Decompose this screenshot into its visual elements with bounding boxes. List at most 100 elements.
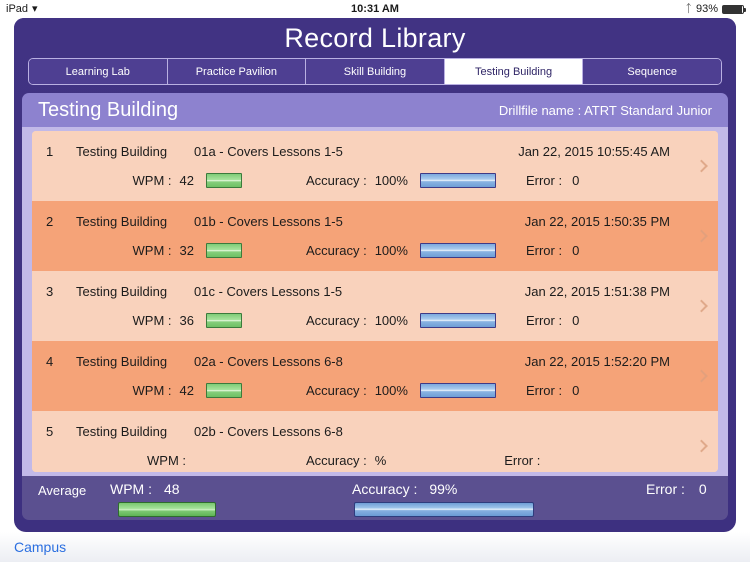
page-title: Record Library <box>284 22 466 53</box>
table-row[interactable]: 2 Testing Building 01b - Covers Lessons … <box>32 201 718 271</box>
record-drill-name: 01a - Covers Lessons 1-5 <box>194 143 343 159</box>
average-wpm-block: WPM : 48 <box>110 481 216 517</box>
error-value: 0 <box>572 242 580 258</box>
record-error-block: Error : 0 <box>526 173 579 188</box>
table-row[interactable]: 5 Testing Building 02b - Covers Lessons … <box>32 411 718 472</box>
app-titlebar: Record Library <box>14 18 736 58</box>
wpm-gauge <box>206 312 242 328</box>
record-row-line-stats: WPM : 36 Accuracy : 100% Error : 0 <box>46 309 704 331</box>
status-bar-right: ᛏ 93% <box>685 2 746 15</box>
accuracy-gauge <box>419 172 496 188</box>
record-accuracy-block: Accuracy : 100% <box>306 382 496 398</box>
average-error-block: Error : 0 <box>646 481 707 497</box>
table-row[interactable]: 4 Testing Building 02a - Covers Lessons … <box>32 341 718 411</box>
accuracy-label: Accuracy : <box>306 312 367 328</box>
record-index: 3 <box>46 283 54 299</box>
average-accuracy-block: Accuracy : 99% <box>352 481 534 517</box>
wpm-label: WPM : <box>147 452 186 468</box>
record-row-line-stats: WPM : 42 Accuracy : 100% Error : 0 <box>46 379 704 401</box>
record-row-line-primary: 1 Testing Building 01a - Covers Lessons … <box>46 141 704 161</box>
accuracy-label: Accuracy : <box>306 172 367 188</box>
record-drill-name: 01c - Covers Lessons 1-5 <box>194 283 343 299</box>
record-wpm-block: WPM : 42 <box>46 173 194 188</box>
record-wpm-block: WPM : <box>46 453 194 468</box>
average-wpm-label: WPM : <box>110 481 152 497</box>
bottom-toolbar: Campus <box>0 532 750 562</box>
tab-sequence[interactable]: Sequence <box>583 59 721 84</box>
record-list-container: 1 Testing Building 01a - Covers Lessons … <box>22 127 728 476</box>
record-activity-name: Testing Building <box>76 283 168 299</box>
error-label: Error : <box>525 172 563 188</box>
accuracy-gauge <box>419 242 496 258</box>
error-value: 0 <box>572 312 580 328</box>
drillfile-name: Drillfile name : ATRT Standard Junior <box>498 102 712 118</box>
wpm-label: WPM : <box>132 242 172 258</box>
accuracy-percent-sign: % <box>374 452 387 468</box>
record-activity-name: Testing Building <box>76 423 168 439</box>
record-row-line-stats: WPM : Accuracy : % Error : <box>46 449 704 471</box>
wpm-value: 36 <box>179 312 194 328</box>
record-error-block: Error : 0 <box>526 243 579 258</box>
record-error-block: Error : <box>504 453 550 468</box>
wpm-gauge <box>206 382 242 398</box>
record-drill-name: 02b - Covers Lessons 6-8 <box>194 423 343 439</box>
record-row-line-primary: 4 Testing Building 02a - Covers Lessons … <box>46 351 704 371</box>
battery-icon <box>722 4 746 14</box>
error-label: Error : <box>525 242 563 258</box>
record-index: 5 <box>46 423 54 439</box>
error-label: Error : <box>525 312 563 328</box>
table-row[interactable]: 1 Testing Building 01a - Covers Lessons … <box>32 131 718 201</box>
average-accuracy-label: Accuracy : <box>352 481 418 497</box>
record-activity-name: Testing Building <box>76 143 168 159</box>
record-row-line-stats: WPM : 42 Accuracy : 100% Error : 0 <box>46 169 704 191</box>
record-drill-name: 02a - Covers Lessons 6-8 <box>194 353 343 369</box>
average-error-value: 0 <box>698 481 707 497</box>
record-row-line-primary: 5 Testing Building 02b - Covers Lessons … <box>46 421 704 441</box>
record-activity-name: Testing Building <box>76 213 168 229</box>
wpm-value: 32 <box>179 242 194 258</box>
accuracy-value: 100% <box>374 312 408 328</box>
tab-skill-building[interactable]: Skill Building <box>306 59 445 84</box>
average-error-top: Error : 0 <box>646 481 707 497</box>
error-value: 0 <box>572 382 580 398</box>
error-label: Error : <box>504 452 541 468</box>
average-accuracy-value: 99% <box>429 481 458 497</box>
accuracy-value: 100% <box>374 172 408 188</box>
tab-practice-pavilion[interactable]: Practice Pavilion <box>167 59 307 84</box>
wpm-label: WPM : <box>132 172 172 188</box>
average-wpm-gauge <box>118 502 216 517</box>
table-row[interactable]: 3 Testing Building 01c - Covers Lessons … <box>32 271 718 341</box>
average-label: Average <box>38 483 87 498</box>
tab-learning-lab[interactable]: Learning Lab <box>29 59 168 84</box>
average-accuracy-top: Accuracy : 99% <box>352 481 534 497</box>
section-header: Testing Building Drillfile name : ATRT S… <box>22 93 728 127</box>
status-bar-clock: 10:31 AM <box>351 3 399 15</box>
record-list[interactable]: 1 Testing Building 01a - Covers Lessons … <box>32 131 718 472</box>
battery-percent-label: 93% <box>695 3 718 15</box>
record-wpm-block: WPM : 42 <box>46 383 194 398</box>
wpm-label: WPM : <box>132 382 172 398</box>
record-timestamp: Jan 22, 2015 1:52:20 PM <box>524 353 670 369</box>
record-error-block: Error : 0 <box>526 313 579 328</box>
wpm-value: 42 <box>179 382 194 398</box>
average-summary-bar: Average WPM : 48 Accuracy : 99% Error : … <box>22 476 728 520</box>
tab-testing-building[interactable]: Testing Building <box>444 59 584 84</box>
section-title: Testing Building <box>38 98 179 121</box>
accuracy-label: Accuracy : <box>306 452 367 468</box>
average-error-label: Error : <box>646 481 685 497</box>
record-row-line-stats: WPM : 32 Accuracy : 100% Error : 0 <box>46 239 704 261</box>
accuracy-gauge <box>419 312 496 328</box>
tab-bar: Learning Lab Practice Pavilion Skill Bui… <box>28 58 722 85</box>
average-accuracy-gauge <box>354 502 534 517</box>
record-error-block: Error : 0 <box>526 383 579 398</box>
campus-link[interactable]: Campus <box>14 539 66 555</box>
record-wpm-block: WPM : 36 <box>46 313 194 328</box>
accuracy-label: Accuracy : <box>306 242 367 258</box>
accuracy-label: Accuracy : <box>306 382 367 398</box>
ios-status-bar: iPad ▾ 10:31 AM ᛏ 93% <box>0 0 750 18</box>
record-row-line-primary: 3 Testing Building 01c - Covers Lessons … <box>46 281 704 301</box>
record-wpm-block: WPM : 32 <box>46 243 194 258</box>
record-timestamp: Jan 22, 2015 1:51:38 PM <box>524 283 670 299</box>
bluetooth-icon: ᛏ <box>685 2 692 15</box>
record-activity-name: Testing Building <box>76 353 168 369</box>
